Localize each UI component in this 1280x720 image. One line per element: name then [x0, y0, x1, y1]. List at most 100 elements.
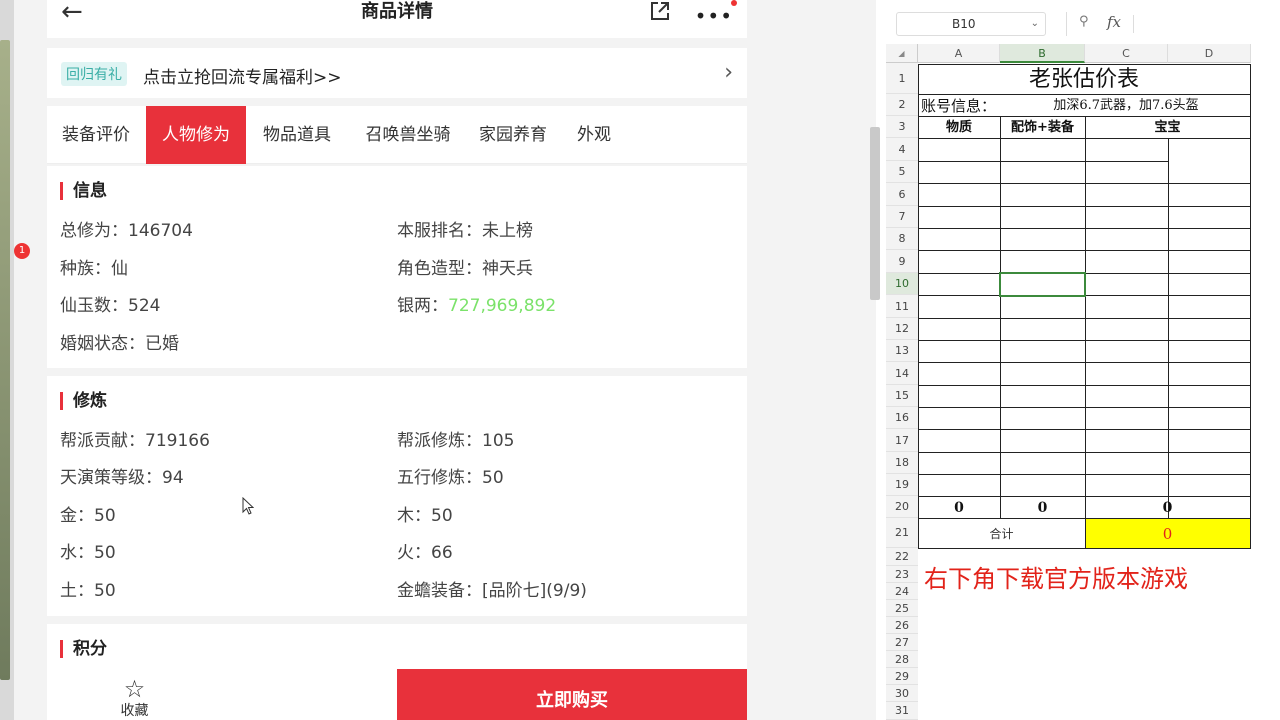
total-pets[interactable]: 0: [1085, 498, 1250, 518]
row-header-14[interactable]: 14: [886, 362, 918, 385]
row-header-23[interactable]: 23: [886, 566, 918, 583]
server-rank: 本服排名：未上榜: [397, 221, 533, 241]
background-window-edge: [0, 40, 10, 680]
vertical-scrollbar[interactable]: [870, 127, 880, 300]
row-header-17[interactable]: 17: [886, 429, 918, 452]
tab-items[interactable]: 物品道具: [247, 106, 347, 164]
row-header-30[interactable]: 30: [886, 685, 918, 702]
tab-summons-mounts[interactable]: 召唤兽坐骑: [349, 106, 467, 164]
element-water: 水：50: [60, 543, 116, 563]
promo-tag: 回归有礼: [61, 62, 127, 86]
golden-toad-equipment: 金蟾装备：[品阶七](9/9): [397, 581, 587, 601]
column-header-a[interactable]: A: [918, 44, 1000, 63]
row-header-18[interactable]: 18: [886, 452, 918, 474]
row-header-13[interactable]: 13: [886, 340, 918, 362]
promo-banner[interactable]: 回归有礼 点击立抢回流专属福利>> ›: [47, 48, 747, 98]
chevron-right-icon[interactable]: ›: [724, 60, 733, 85]
formula-input[interactable]: ⚲ fx: [1066, 12, 1280, 36]
table-border: [918, 161, 1168, 162]
page-title: 商品详情: [361, 1, 433, 22]
sum-value[interactable]: 0: [1085, 523, 1250, 545]
row-header-27[interactable]: 27: [886, 634, 918, 651]
total-material[interactable]: 0: [918, 498, 1000, 518]
table-border: [918, 94, 1251, 95]
mouse-cursor-icon: [242, 497, 254, 515]
points-card: 积分: [47, 624, 747, 669]
row-header-24[interactable]: 24: [886, 583, 918, 600]
header-pets[interactable]: 宝宝: [1085, 118, 1250, 138]
name-box[interactable]: B10 ⌄: [896, 12, 1046, 36]
header-material[interactable]: 物质: [918, 118, 1000, 138]
share-icon[interactable]: [649, 0, 671, 22]
row-header-31[interactable]: 31: [886, 702, 918, 720]
favorite-label: 收藏: [120, 703, 149, 719]
column-header-b[interactable]: B: [1000, 44, 1085, 63]
formula-divider: [1133, 15, 1134, 33]
buy-now-button[interactable]: 立即购买: [397, 669, 747, 720]
sum-label[interactable]: 合计: [918, 525, 1085, 543]
sheet-grid: 老张估价表 账号信息： 加深6.7武器，加7.6头盔 物质 配饰+装备 宝宝 0…: [918, 63, 1280, 720]
row-header-6[interactable]: 6: [886, 183, 918, 206]
element-metal: 金：50: [60, 506, 116, 526]
total-accessories[interactable]: 0: [1000, 498, 1085, 518]
row-header-15[interactable]: 15: [886, 385, 918, 407]
tianyance-level: 天演策等级：94: [60, 468, 184, 488]
info-card: 信息 总修为：146704 本服排名：未上榜 种族：仙 角色造型：神天兵 仙玉数…: [47, 166, 747, 368]
row-header-9[interactable]: 9: [886, 250, 918, 273]
guild-contribution: 帮派贡献：719166: [60, 431, 210, 451]
tab-appearance[interactable]: 外观: [559, 106, 629, 164]
header-accessories-equipment[interactable]: 配饰+装备: [1000, 118, 1085, 138]
row-header-20[interactable]: 20: [886, 496, 918, 518]
row-header-8[interactable]: 8: [886, 228, 918, 250]
row-header-11[interactable]: 11: [886, 295, 918, 318]
row-header-25[interactable]: 25: [886, 600, 918, 617]
column-header-d[interactable]: D: [1168, 44, 1251, 63]
star-icon: ☆: [123, 675, 146, 703]
select-all-corner[interactable]: ◢: [886, 44, 918, 63]
category-tabs: 装备评价 人物修为 物品道具 召唤兽坐骑 家园养育 外观: [47, 106, 747, 164]
jade-count: 仙玉数：524: [60, 296, 161, 316]
row-header-26[interactable]: 26: [886, 617, 918, 634]
section-title-cultivation: 修炼: [60, 392, 107, 410]
account-label[interactable]: 账号信息：: [921, 96, 996, 116]
row-header-3[interactable]: 3: [886, 116, 918, 138]
chevron-down-icon[interactable]: ⌄: [1031, 13, 1039, 35]
favorite-button[interactable]: ☆ 收藏: [47, 669, 222, 720]
row-header-21[interactable]: 21: [886, 518, 918, 548]
bottom-action-bar: ☆ 收藏 立即购买: [47, 669, 747, 720]
function-icon[interactable]: fx: [1107, 13, 1121, 31]
row-header-12[interactable]: 12: [886, 318, 918, 340]
tab-equipment-review[interactable]: 装备评价: [47, 106, 145, 164]
section-title-points: 积分: [60, 640, 107, 658]
more-options-icon[interactable]: •••: [695, 4, 733, 28]
left-edge-strip: [0, 0, 14, 720]
silver: 银两：727,969,892: [397, 296, 557, 316]
spreadsheet-panel: B10 ⌄ ⚲ fx ◢ A B C D 1 2 3 4 5 6 7 8 9 10 11 12 13 14 1…: [870, 0, 1280, 720]
five-elements-cultivation: 五行修炼：50: [397, 468, 504, 488]
character-model: 角色造型：神天兵: [397, 259, 533, 279]
element-wood: 木：50: [397, 506, 453, 526]
promo-text[interactable]: 点击立抢回流专属福利>>: [143, 63, 342, 88]
row-header-29[interactable]: 29: [886, 668, 918, 685]
tab-home[interactable]: 家园养育: [467, 106, 559, 164]
row-header-4[interactable]: 4: [886, 138, 918, 161]
row-header-5[interactable]: 5: [886, 161, 918, 183]
row-header-10[interactable]: 10: [886, 273, 918, 295]
sheet-title[interactable]: 老张估价表: [918, 65, 1250, 94]
row-header-1[interactable]: 1: [886, 63, 918, 94]
row-header-2[interactable]: 2: [886, 94, 918, 116]
account-value[interactable]: 加深6.7武器，加7.6头盔: [1002, 96, 1250, 116]
product-detail-panel: ← 商品详情 ••• 回归有礼 点击立抢回流专属福利>> › 装备评价 人物修为…: [30, 0, 766, 720]
row-header-19[interactable]: 19: [886, 474, 918, 496]
column-header-c[interactable]: C: [1085, 44, 1168, 63]
tab-character-cultivation[interactable]: 人物修为: [146, 106, 246, 164]
row-header-22[interactable]: 22: [886, 548, 918, 566]
row-header-7[interactable]: 7: [886, 206, 918, 228]
selected-cell-b10[interactable]: [999, 272, 1086, 297]
row-header-28[interactable]: 28: [886, 651, 918, 668]
row-header-16[interactable]: 16: [886, 407, 918, 429]
name-box-value: B10: [952, 17, 976, 31]
table-border: [1250, 64, 1251, 549]
zoom-icon[interactable]: ⚲: [1079, 14, 1089, 29]
total-cultivation: 总修为：146704: [60, 221, 193, 241]
